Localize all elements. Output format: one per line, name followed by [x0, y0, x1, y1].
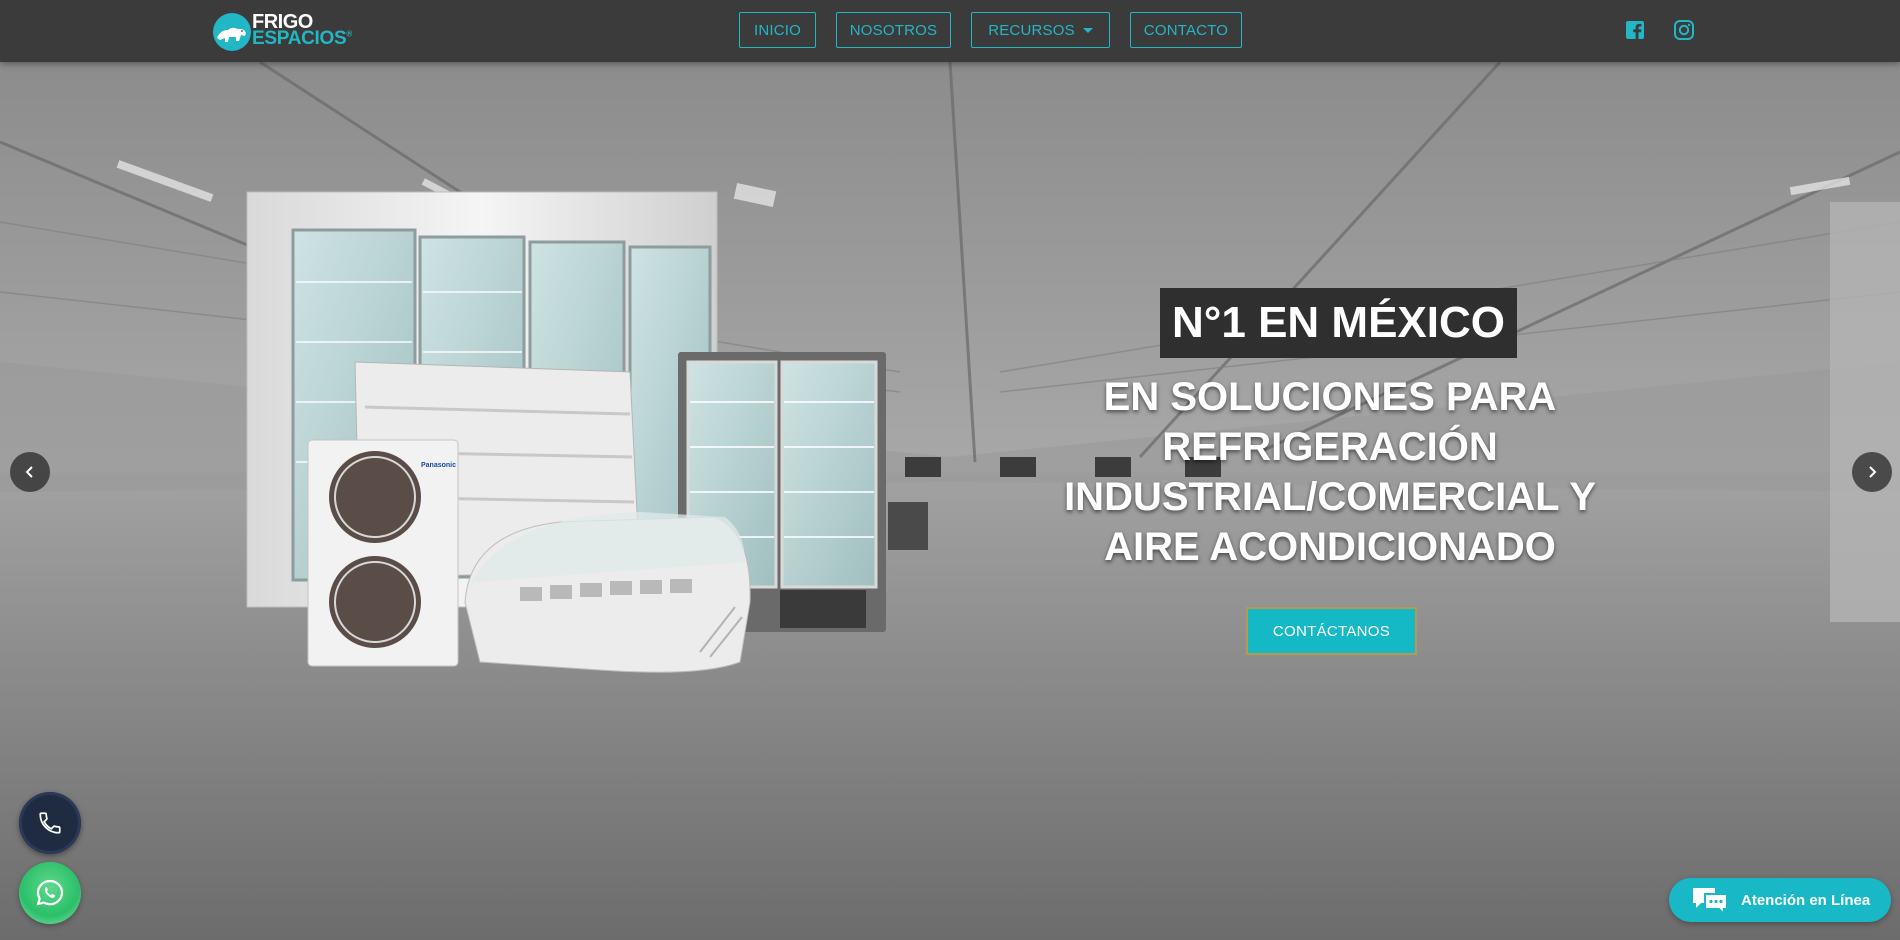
chat-bubbles-icon	[1693, 888, 1728, 915]
hero-headline: EN SOLUCIONES PARA REFRIGERACIÓN INDUSTR…	[1064, 375, 1596, 569]
hero-badge: N°1 EN MÉXICO	[1160, 288, 1517, 358]
chevron-right-icon	[1869, 466, 1877, 478]
slider-next-button[interactable]	[1852, 452, 1892, 492]
nav-recursos[interactable]: RECURSOS	[971, 12, 1110, 48]
chevron-left-icon	[25, 466, 33, 478]
top-navbar: FRIGO ESPACIOS® INICIO NOSOTROS RECURSOS…	[0, 0, 1900, 62]
contact-cta-button[interactable]: CONTÁCTANOS	[1246, 607, 1417, 655]
live-chat-label: Atención en Línea	[1741, 891, 1871, 909]
curved-display-case	[464, 512, 751, 673]
nav-nosotros[interactable]: NOSOTROS	[836, 12, 951, 48]
nav-inicio-label: INICIO	[753, 21, 802, 39]
panasonic-brand: Panasonic	[421, 462, 456, 469]
call-button[interactable]	[19, 792, 81, 854]
hero-slider: Panasonic N°1 EN MÉXICO EN SOLUCIONES PA…	[0, 62, 1900, 940]
live-chat-button[interactable]: Atención en Línea	[1669, 878, 1891, 922]
outdoor-ac-unit: Panasonic	[307, 439, 459, 667]
contact-cta-label: CONTÁCTANOS	[1272, 622, 1391, 640]
phone-icon	[39, 812, 61, 834]
slider-prev-button[interactable]	[10, 452, 50, 492]
nav-nosotros-label: NOSOTROS	[849, 21, 938, 39]
logo-text-bottom: ESPACIOS®	[252, 28, 352, 50]
facebook-icon[interactable]	[1624, 19, 1646, 41]
nav-contacto-label: CONTACTO	[1143, 21, 1229, 39]
brand-logo[interactable]: FRIGO ESPACIOS®	[208, 10, 358, 52]
logo-text-bottom-label: ESPACIOS	[252, 28, 347, 50]
instagram-icon[interactable]	[1673, 19, 1695, 41]
whatsapp-icon	[36, 879, 64, 906]
whatsapp-button[interactable]	[19, 862, 81, 924]
polar-bear-logo-icon	[213, 13, 251, 51]
registered-mark: ®	[346, 30, 352, 40]
nav-contacto[interactable]: CONTACTO	[1130, 12, 1242, 48]
nav-recursos-label: RECURSOS	[988, 21, 1075, 39]
nav-inicio[interactable]: INICIO	[739, 12, 816, 48]
caret-down-icon	[1082, 27, 1093, 33]
